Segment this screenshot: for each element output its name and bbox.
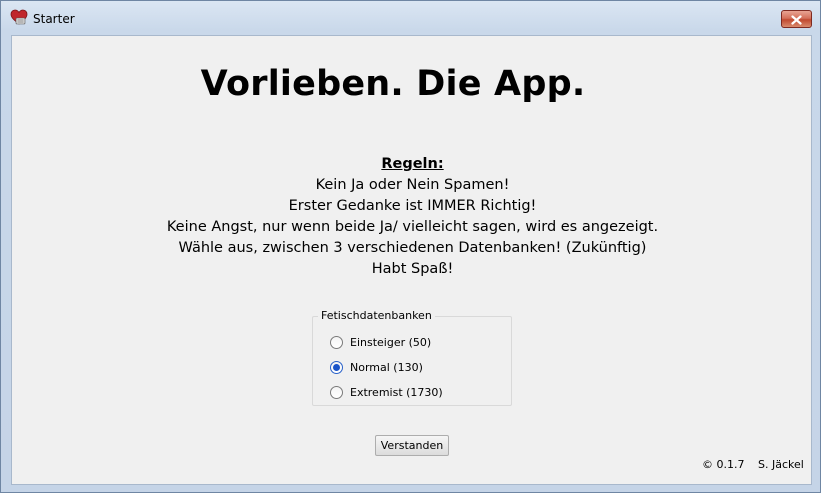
radio-button-selected[interactable] (330, 360, 343, 374)
window-title: Starter (33, 12, 75, 26)
heart-icon (10, 9, 28, 26)
rule-line: Keine Angst, nur wenn beide Ja/ vielleic… (166, 219, 659, 235)
close-button[interactable] (781, 10, 812, 28)
database-groupbox: Fetischdatenbanken Einsteiger (50) Norma… (312, 309, 512, 406)
title-bar[interactable]: Starter (1, 1, 820, 35)
close-icon (791, 10, 802, 29)
app-headline: Vorlieben. Die App. (200, 64, 586, 104)
radio-label[interactable]: Einsteiger (50) (350, 336, 431, 349)
radio-label[interactable]: Extremist (1730) (350, 386, 443, 399)
client-area: Vorlieben. Die App. Regeln: Kein Ja oder… (11, 35, 812, 485)
rule-line: Kein Ja oder Nein Spamen! (315, 177, 510, 193)
radio-einsteiger[interactable]: Einsteiger (50) (330, 334, 431, 350)
rule-line: Habt Spaß! (371, 261, 454, 277)
groupbox-title: Fetischdatenbanken (318, 309, 435, 322)
rules-heading: Regeln: (381, 156, 444, 172)
version-label: © 0.1.7 (702, 458, 745, 471)
verstanden-button[interactable]: Verstanden (375, 435, 449, 456)
radio-label[interactable]: Normal (130) (350, 361, 423, 374)
radio-extremist[interactable]: Extremist (1730) (330, 384, 443, 400)
rule-line: Wähle aus, zwischen 3 verschiedenen Date… (178, 240, 647, 256)
rules-block: Regeln: Kein Ja oder Nein Spamen! Erster… (12, 154, 813, 280)
starter-window: Starter Vorlieben. Die App. Regeln: Kein… (0, 0, 821, 493)
author-label: S. Jäckel (758, 458, 804, 471)
radio-normal[interactable]: Normal (130) (330, 359, 423, 375)
radio-button[interactable] (330, 385, 343, 399)
rule-line: Erster Gedanke ist IMMER Richtig! (288, 198, 537, 214)
radio-button[interactable] (330, 335, 343, 349)
